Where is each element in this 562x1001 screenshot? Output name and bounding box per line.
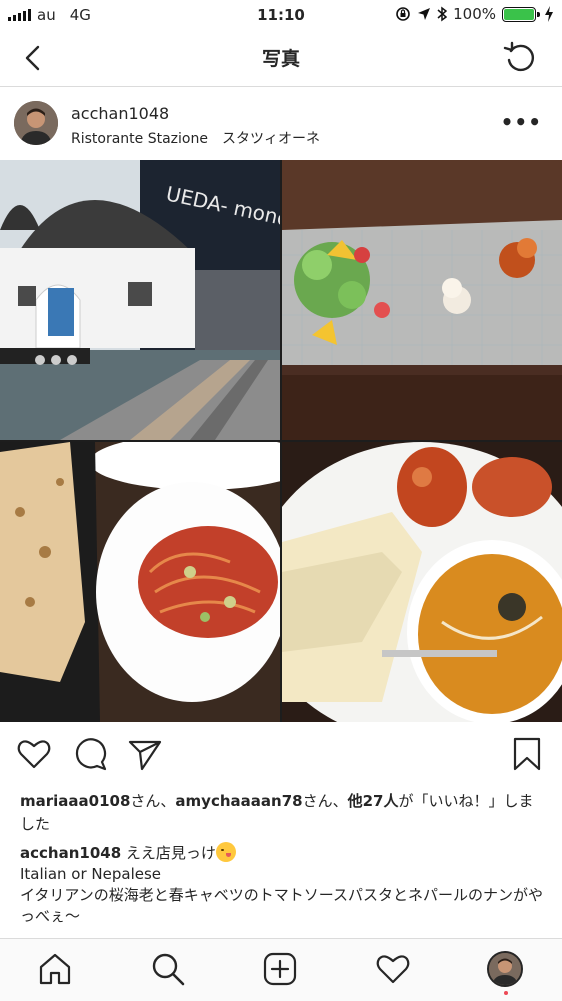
post-header: acchan1048 Ristorante Stazione スタツィオーネ •… (0, 88, 562, 160)
nav-bar: 写真 (0, 30, 562, 87)
home-icon[interactable] (37, 951, 73, 987)
avatar[interactable] (14, 101, 58, 145)
bookmark-icon[interactable] (509, 736, 545, 772)
liker-1[interactable]: mariaaa0108 (20, 792, 130, 810)
notification-dot (504, 991, 508, 995)
post-location[interactable]: Ristorante Stazione スタツィオーネ (71, 128, 320, 148)
location-icon (418, 8, 431, 20)
caption-username[interactable]: acchan1048 (20, 844, 121, 862)
photo-tile-curry (282, 442, 562, 722)
caption-text: ええ店見っけ (125, 844, 216, 862)
battery-fill (504, 8, 534, 20)
photo-tile-restaurant: UEDA- mondo. (0, 160, 280, 440)
smiling-emoji-icon (215, 842, 236, 862)
photo-tile-pasta (0, 442, 280, 722)
more-options-icon[interactable]: ••• (501, 110, 542, 134)
photo-tile-salad (282, 160, 562, 440)
post-photo[interactable]: UEDA- mondo. (0, 160, 562, 722)
activity-heart-icon[interactable] (375, 951, 411, 987)
likes-san-2: さん、 (302, 792, 348, 810)
post-username[interactable]: acchan1048 (71, 104, 169, 123)
heart-icon[interactable] (16, 736, 52, 772)
likes-others[interactable]: 他27人 (348, 792, 399, 810)
likes-san-1: さん、 (130, 792, 176, 810)
comment-icon[interactable] (72, 736, 108, 772)
bluetooth-icon (437, 6, 448, 22)
post-caption: acchan1048 ええ店見っけ Italian or Nepalese イタ… (20, 842, 550, 927)
caption-line-3: イタリアンの桜海老と春キャベツのトマトソースパスタとネパールのナンがやっべぇ〜 (20, 886, 544, 925)
caption-line-1: acchan1048 ええ店見っけ (20, 842, 550, 864)
refresh-icon[interactable] (502, 40, 538, 76)
liker-2[interactable]: amychaaaan78 (175, 792, 302, 810)
status-right: 100% (395, 5, 554, 23)
share-icon[interactable] (127, 736, 163, 772)
status-bar: au 4G 11:10 100% (0, 0, 562, 30)
likes-summary[interactable]: mariaaa0108さん、amychaaaan78さん、他27人が「いいね！」… (20, 790, 540, 836)
post-actions (0, 736, 562, 776)
tab-bar (0, 938, 562, 1001)
profile-avatar[interactable] (487, 951, 523, 987)
caption-line-2: Italian or Nepalese (20, 865, 162, 883)
page-title: 写真 (261, 48, 300, 70)
add-post-icon[interactable] (262, 951, 298, 987)
battery-percent: 100% (453, 5, 496, 23)
lock-rotation-icon (396, 7, 410, 21)
charging-icon (545, 6, 553, 22)
search-icon[interactable] (150, 951, 186, 987)
battery-icon (502, 6, 540, 22)
